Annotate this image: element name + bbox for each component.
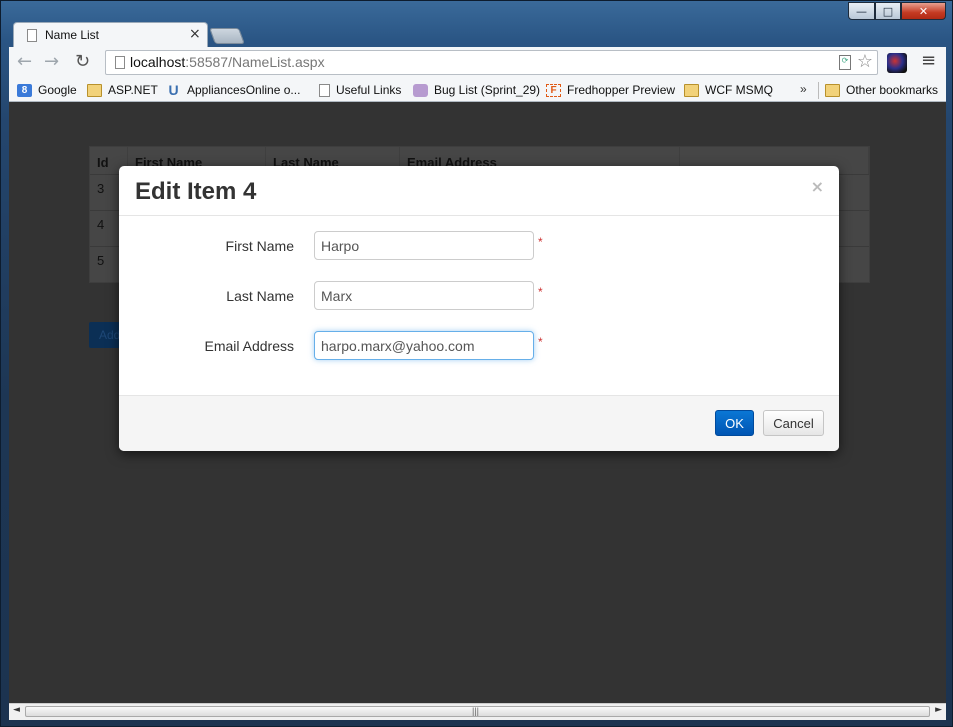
first-name-row: First Name * (119, 231, 839, 261)
last-name-row: Last Name * (119, 281, 839, 311)
reload-icon[interactable]: ↻ (75, 51, 90, 72)
email-label: Email Address (204, 338, 294, 354)
first-name-label: First Name (225, 238, 294, 254)
close-window-button[interactable]: ✕ (901, 2, 946, 20)
first-name-input[interactable] (314, 231, 534, 260)
window-controls: — □ ✕ (848, 2, 946, 21)
grip-icon: ||| (472, 706, 480, 716)
url-text: localhost:58587/NameList.aspx (130, 54, 325, 70)
email-row: Email Address * (119, 331, 839, 361)
bookmark-label: Useful Links (336, 83, 402, 97)
dialog-title: Edit Item 4 (135, 178, 257, 205)
document-icon (27, 29, 37, 42)
google-icon: 8 (17, 83, 32, 97)
bookmark-fredhopper[interactable]: F Fredhopper Preview (546, 83, 675, 97)
required-marker: * (538, 235, 543, 249)
bookmark-appliancesonline[interactable]: U AppliancesOnline o... (166, 82, 301, 98)
last-name-label: Last Name (226, 288, 294, 304)
email-input[interactable] (314, 331, 534, 360)
page-content: Id First Name Last Name Email Address 3 … (9, 102, 946, 703)
tab-title: Name List (45, 28, 100, 42)
scroll-right-icon[interactable]: ► (935, 705, 942, 715)
page-action-icon[interactable]: ⟳ (839, 55, 851, 70)
last-name-input[interactable] (314, 281, 534, 310)
back-icon[interactable]: ← (17, 51, 32, 72)
forward-icon[interactable]: → (44, 51, 59, 72)
bookmark-label: Google (38, 83, 77, 97)
bookmark-label: Fredhopper Preview (567, 83, 676, 97)
required-marker: * (538, 285, 543, 299)
bookmark-google[interactable]: 8 Google (17, 83, 77, 97)
browser-window: — □ ✕ Name List × ← → ↻ localhost:58587/… (0, 0, 953, 727)
bookmarks-bar: 8 Google ASP.NET U AppliancesOnline o... U… (9, 79, 946, 102)
folder-icon (87, 83, 102, 97)
horizontal-scrollbar[interactable]: ◄ ||| ► (9, 703, 946, 720)
u-icon: U (168, 82, 179, 98)
url-host: localhost (130, 54, 186, 70)
bookmark-label: Bug List (Sprint_29) (434, 83, 541, 97)
folder-icon (684, 83, 699, 97)
page-icon (115, 56, 125, 69)
bookmark-other[interactable]: Other bookmarks (825, 83, 938, 97)
minimize-button[interactable]: — (848, 2, 875, 20)
url-path: :58587/NameList.aspx (185, 54, 325, 70)
bookmark-bug-list[interactable]: Bug List (Sprint_29) (413, 83, 540, 97)
dialog-close-icon[interactable]: × (811, 177, 824, 196)
dialog-footer: OK Cancel (119, 395, 839, 451)
bookmark-useful-links[interactable]: Useful Links (319, 83, 401, 97)
bookmark-label: Other bookmarks (846, 83, 939, 97)
bookmark-label: ASP.NET (108, 83, 158, 97)
f-icon: F (546, 83, 561, 97)
browser-tab[interactable]: Name List × (13, 22, 208, 48)
edit-item-dialog: Edit Item 4 × First Name * Last Name * E… (119, 166, 839, 451)
extension-icon[interactable] (887, 53, 907, 73)
scrollbar-thumb[interactable]: ||| (25, 706, 930, 717)
tab-close-icon[interactable]: × (189, 26, 201, 42)
cancel-button[interactable]: Cancel (763, 410, 824, 436)
maximize-button[interactable]: □ (875, 2, 901, 20)
bookmarks-overflow-icon[interactable]: » (800, 82, 807, 96)
bug-icon (413, 83, 428, 97)
page-icon (319, 83, 330, 97)
bookmark-label: AppliancesOnline o... (187, 83, 301, 97)
scroll-left-icon[interactable]: ◄ (13, 705, 20, 715)
bookmark-aspnet[interactable]: ASP.NET (87, 83, 158, 97)
folder-icon (825, 83, 840, 97)
ok-button[interactable]: OK (715, 410, 754, 436)
bookmarks-separator (818, 82, 819, 99)
bookmark-label: WCF MSMQ (705, 83, 773, 97)
bookmark-star-icon[interactable]: ☆ (857, 51, 873, 72)
menu-icon[interactable]: ≡ (921, 50, 936, 71)
dialog-header: Edit Item 4 × (119, 166, 839, 216)
bookmark-wcf-msmq[interactable]: WCF MSMQ (684, 83, 773, 97)
address-bar[interactable]: localhost:58587/NameList.aspx ⟳ ☆ (105, 50, 878, 75)
browser-toolbar: ← → ↻ localhost:58587/NameList.aspx ⟳ ☆ … (9, 47, 946, 79)
new-tab-button[interactable] (209, 28, 245, 44)
required-marker: * (538, 335, 543, 349)
